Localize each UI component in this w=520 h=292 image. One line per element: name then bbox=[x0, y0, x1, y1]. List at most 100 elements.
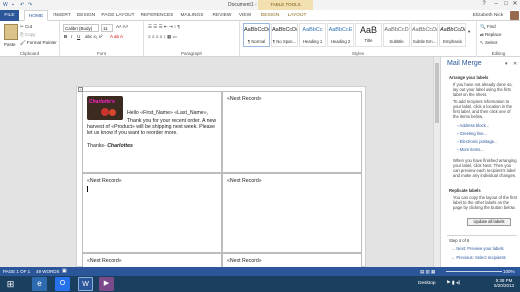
bullets-icon[interactable]: ☰ ☰ ☰ ⇤ ⇥ ↕ ¶ bbox=[148, 24, 180, 30]
align-icon[interactable]: ≡ ≡ ≡ ≡ ↕ ▦ ▭ bbox=[148, 34, 177, 40]
charlottes-logo: Charlotte's bbox=[87, 96, 123, 120]
tomato-image bbox=[109, 109, 116, 116]
more-items-link[interactable]: ▫ More items... bbox=[457, 147, 484, 152]
after-text: When you have finished arranging your la… bbox=[453, 158, 517, 178]
start-icon[interactable]: ⊞ bbox=[3, 277, 18, 291]
outlook-icon[interactable]: O bbox=[55, 277, 70, 291]
tab-review[interactable]: REVIEW bbox=[210, 10, 234, 21]
word-icon: W bbox=[3, 2, 8, 8]
replicate-text: You can copy the layout of the first lab… bbox=[453, 195, 517, 210]
page-count[interactable]: PAGE 1 OF 1 bbox=[3, 269, 30, 274]
zoom-slider[interactable] bbox=[446, 271, 502, 272]
section-arrange-title: Arrange your labels bbox=[449, 75, 489, 80]
pane-divider bbox=[447, 235, 517, 236]
style-normal[interactable]: AaBbCcDc ¶ Normal bbox=[243, 23, 270, 47]
paste-button[interactable]: Paste bbox=[4, 42, 16, 47]
pane-close-icon[interactable]: ✕ bbox=[513, 61, 517, 67]
ribbon-tabs: FILE HOME INSERT DESIGN PAGE LAYOUT REFE… bbox=[0, 10, 520, 21]
avatar[interactable] bbox=[510, 11, 519, 20]
pane-title: Mail Merge bbox=[447, 60, 482, 67]
taskbar: ⊞ e O W ▶ Desktop ⚑ ▮ ◂) 5:38 PM 5/20/201… bbox=[0, 276, 520, 292]
close-icon[interactable]: ✕ bbox=[509, 0, 520, 9]
font-size-dropdown[interactable]: 11 bbox=[101, 24, 113, 32]
find-button[interactable]: 🔍 Find bbox=[480, 24, 496, 30]
bold-button[interactable]: B bbox=[64, 34, 67, 39]
intro-text-2: To add recipient information to your lab… bbox=[453, 99, 513, 119]
section-replicate-title: Replicate labels bbox=[449, 188, 481, 193]
styles-more-icon[interactable]: ▾ bbox=[468, 29, 470, 35]
tab-table-design[interactable]: DESIGN bbox=[258, 10, 282, 21]
font-name-dropdown[interactable]: Calibri (Body) bbox=[63, 24, 99, 32]
body-text: Thank you for your recent order. A new h… bbox=[87, 118, 217, 136]
clock[interactable]: 5:38 PM 5/20/2013 bbox=[490, 278, 518, 288]
previous-step-link[interactable]: ← Previous: Select recipients bbox=[451, 255, 506, 260]
update-all-labels-button[interactable]: Update all labels bbox=[467, 218, 511, 226]
zoom-level[interactable]: 100% bbox=[503, 269, 515, 274]
redo-icon[interactable]: ↷ bbox=[28, 2, 34, 8]
next-step-link[interactable]: → Next: Preview your labels bbox=[451, 246, 504, 251]
underline-button[interactable]: U bbox=[77, 34, 80, 39]
editing-group-label: Editing bbox=[491, 51, 506, 56]
italic-button[interactable]: I bbox=[71, 34, 72, 39]
style-subtitle[interactable]: AaBbCcD Subtitle bbox=[383, 23, 410, 47]
label-cell-4[interactable]: «Next Record» bbox=[222, 173, 362, 253]
internet-explorer-icon[interactable]: e bbox=[32, 277, 47, 291]
font-color-icon[interactable]: A ab A bbox=[110, 34, 123, 39]
word-count[interactable]: 49 WORDS bbox=[36, 269, 60, 274]
undo-icon[interactable]: ↶ bbox=[20, 2, 26, 8]
greeting-line-link[interactable]: ▫ Greeting line... bbox=[457, 131, 487, 136]
style-title[interactable]: AaB Title bbox=[355, 23, 382, 47]
tab-home[interactable]: HOME bbox=[24, 10, 48, 21]
label-cell-5[interactable]: «Next Record» bbox=[82, 253, 222, 267]
electronic-postage-link[interactable]: ▫ Electronic postage... bbox=[457, 139, 498, 144]
table-move-handle-icon[interactable]: + bbox=[78, 87, 83, 92]
tab-insert[interactable]: INSERT bbox=[51, 10, 73, 21]
tab-table-layout[interactable]: LAYOUT bbox=[285, 10, 309, 21]
table-tools-label: TABLE TOOLS bbox=[258, 0, 313, 10]
tab-mailings[interactable]: MAILINGS bbox=[177, 10, 207, 21]
pane-options-icon[interactable]: ▾ bbox=[505, 61, 508, 67]
scrollbar-thumb[interactable] bbox=[435, 63, 439, 123]
label-cell-1[interactable]: Charlotte's Hello «First_Name» «Last_Nam… bbox=[82, 91, 222, 173]
select-button[interactable]: ↖ Select bbox=[480, 40, 498, 46]
strikethrough-icon[interactable]: abc x₂ x² bbox=[85, 34, 103, 39]
greeting-line: Hello «First_Name» «Last_Name», bbox=[127, 110, 209, 116]
next-record-field: «Next Record» bbox=[227, 258, 262, 264]
vertical-scrollbar[interactable] bbox=[433, 57, 440, 267]
cut-button[interactable]: ✂ Cut bbox=[20, 24, 32, 30]
style-subtle-emphasis[interactable]: AaBbCcDi Subtle Em... bbox=[411, 23, 438, 47]
tomato-image bbox=[101, 108, 109, 116]
style-heading-1[interactable]: AaBbCc Heading 1 bbox=[299, 23, 326, 47]
document-page[interactable]: Charlotte's Hello «First_Name» «Last_Nam… bbox=[76, 86, 366, 267]
view-buttons-icon[interactable]: ▤ ▥ ▦ bbox=[420, 269, 435, 275]
thanks-line: Thanks- Charlottes bbox=[87, 143, 133, 149]
intro-text: If you have not already done so, lay out… bbox=[453, 82, 513, 97]
tab-design[interactable]: DESIGN bbox=[75, 10, 97, 21]
media-player-icon[interactable]: ▶ bbox=[99, 277, 114, 291]
style-emphasis[interactable]: AaBbCcDi Emphasis bbox=[439, 23, 466, 47]
proofing-icon[interactable]: ▣ bbox=[62, 268, 67, 274]
help-icon[interactable]: ? bbox=[478, 0, 490, 9]
tab-file[interactable]: FILE bbox=[0, 10, 19, 21]
tab-view[interactable]: VIEW bbox=[236, 10, 254, 21]
tab-references[interactable]: REFERENCES bbox=[139, 10, 175, 21]
style-no-spacing[interactable]: AaBbCcDc ¶ No Spac... bbox=[271, 23, 298, 47]
paste-icon[interactable] bbox=[4, 24, 18, 40]
save-icon[interactable]: ▪ bbox=[12, 2, 18, 8]
grow-font-icon[interactable]: A˄ A˅ bbox=[116, 24, 128, 29]
format-painter-button[interactable]: 🖌 Format Painter bbox=[20, 40, 57, 46]
label-cell-6[interactable]: «Next Record» bbox=[222, 253, 362, 267]
tab-page-layout[interactable]: PAGE LAYOUT bbox=[100, 10, 136, 21]
user-name[interactable]: Elizabeth Nick bbox=[466, 10, 510, 21]
tray-icons[interactable]: ⚑ ▮ ◂) bbox=[446, 280, 460, 286]
next-record-field: «Next Record» bbox=[87, 258, 122, 264]
desktop-label[interactable]: Desktop bbox=[418, 281, 436, 286]
style-heading-2[interactable]: AaBbCcE Heading 2 bbox=[327, 23, 354, 47]
label-cell-3[interactable]: «Next Record» bbox=[82, 173, 222, 253]
word-taskbar-icon[interactable]: W bbox=[78, 277, 93, 291]
copy-button[interactable]: ⎘ Copy bbox=[20, 32, 35, 37]
replace-button[interactable]: ⇄ Replace bbox=[480, 32, 502, 38]
label-cell-2[interactable]: «Next Record» bbox=[222, 91, 362, 173]
address-block-link[interactable]: ▫ Address block... bbox=[457, 123, 489, 128]
font-group-label: Font bbox=[96, 51, 106, 56]
